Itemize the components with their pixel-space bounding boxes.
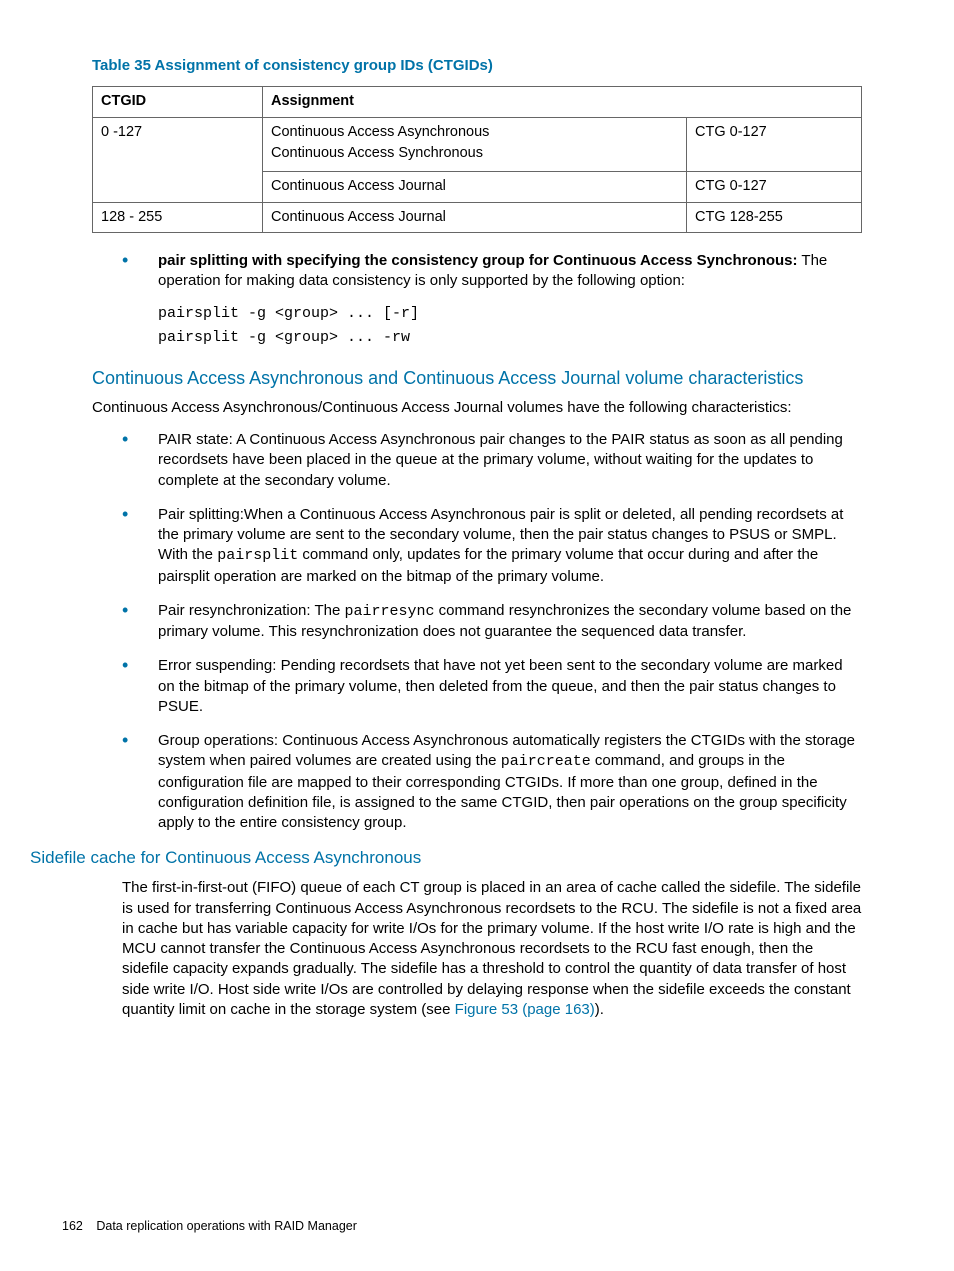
- bullet-lead: pair splitting with specifying the consi…: [158, 252, 798, 269]
- cell-assignment: Continuous Access Asynchronous Continuou…: [263, 117, 687, 171]
- cell-assignment: Continuous Access Journal: [263, 202, 687, 233]
- code-block: pairsplit -g <group> ... [-r] pairsplit …: [158, 302, 862, 350]
- text-part: Pair resynchronization: The: [158, 602, 344, 619]
- ctgid-table: CTGID Assignment 0 -127 Continuous Acces…: [92, 86, 862, 233]
- list-item: Pair resynchronization: The pairresync c…: [122, 601, 862, 643]
- page-number: 162: [62, 1219, 83, 1233]
- assignment-text: Continuous Access Asynchronous: [271, 123, 678, 143]
- inline-code: pairsplit: [217, 547, 298, 564]
- table-caption: Table 35 Assignment of consistency group…: [92, 56, 862, 76]
- inline-code: pairresync: [344, 603, 434, 620]
- text-part: ).: [595, 1001, 604, 1018]
- cell-assignment: Continuous Access Journal: [263, 171, 687, 202]
- list-item: pair splitting with specifying the consi…: [122, 251, 862, 350]
- cross-reference-link[interactable]: Figure 53 (page 163): [455, 1001, 595, 1018]
- cell-ctgid: 128 - 255: [93, 202, 263, 233]
- section-heading: Sidefile cache for Continuous Access Asy…: [30, 847, 862, 870]
- cell-ctg: CTG 0-127: [687, 117, 862, 171]
- inline-code: paircreate: [501, 753, 591, 770]
- characteristics-list: PAIR state: A Continuous Access Asynchro…: [92, 430, 862, 833]
- cell-ctg: CTG 0-127: [687, 171, 862, 202]
- list-item: PAIR state: A Continuous Access Asynchro…: [122, 430, 862, 491]
- page-footer: 162 Data replication operations with RAI…: [62, 1218, 357, 1235]
- table-header-row: CTGID Assignment: [93, 87, 862, 118]
- th-ctgid: CTGID: [93, 87, 263, 118]
- text-part: The first-in-first-out (FIFO) queue of e…: [122, 879, 861, 1018]
- footer-text: Data replication operations with RAID Ma…: [96, 1219, 357, 1233]
- sidefile-paragraph: The first-in-first-out (FIFO) queue of e…: [92, 878, 862, 1020]
- list-item: Pair splitting:When a Continuous Access …: [122, 505, 862, 587]
- cell-ctgid: 0 -127: [93, 117, 263, 202]
- th-assignment: Assignment: [263, 87, 862, 118]
- intro-paragraph: Continuous Access Asynchronous/Continuou…: [92, 398, 862, 418]
- list-item: Error suspending: Pending recordsets tha…: [122, 656, 862, 717]
- table-row: 128 - 255 Continuous Access Journal CTG …: [93, 202, 862, 233]
- bullet-list-top: pair splitting with specifying the consi…: [92, 251, 862, 350]
- list-item: Group operations: Continuous Access Asyn…: [122, 731, 862, 833]
- table-row: 0 -127 Continuous Access Asynchronous Co…: [93, 117, 862, 171]
- cell-ctg: CTG 128-255: [687, 202, 862, 233]
- assignment-text: Continuous Access Synchronous: [271, 144, 678, 164]
- section-heading: Continuous Access Asynchronous and Conti…: [92, 366, 862, 390]
